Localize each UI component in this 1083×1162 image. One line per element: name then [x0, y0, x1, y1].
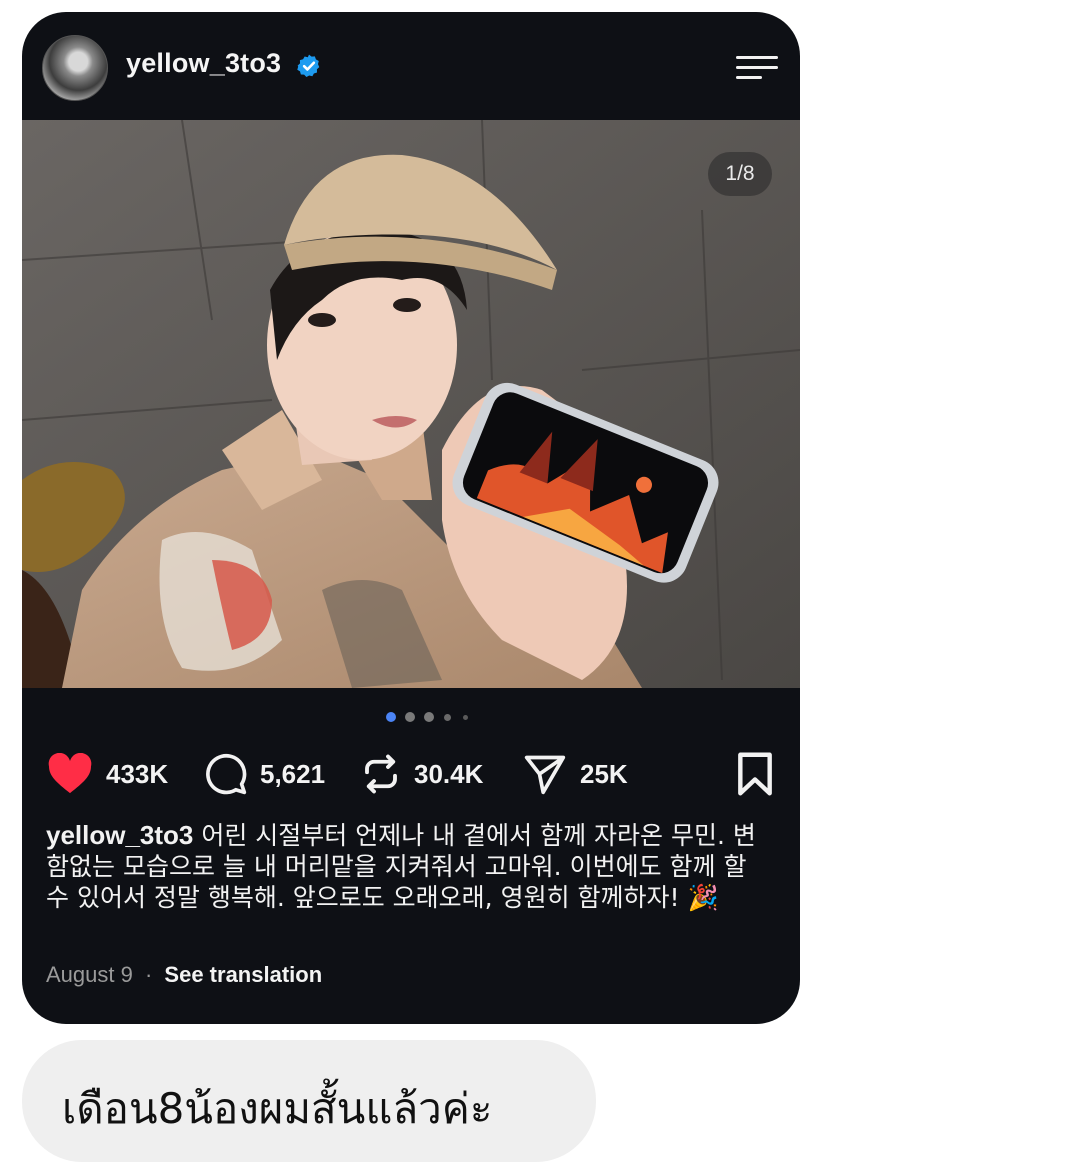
post-caption: yellow_3to3 어린 시절부터 언제나 내 곁에서 함께 자라온 무민.… — [46, 820, 776, 913]
repost-button[interactable]: 30.4K — [360, 742, 483, 806]
post-image[interactable]: 1/8 — [22, 120, 800, 688]
share-count: 25K — [580, 758, 628, 789]
carousel-dot — [424, 712, 434, 722]
repost-icon — [365, 754, 397, 794]
hamburger-menu-icon[interactable] — [736, 54, 778, 82]
share-button[interactable]: 25K — [522, 742, 628, 806]
message-bubble: เดือน8น้องผมสั้นแล้วค่ะ — [22, 1040, 596, 1162]
avatar[interactable] — [42, 35, 108, 101]
comment-count: 5,621 — [260, 758, 326, 789]
repost-count: 30.4K — [414, 758, 484, 789]
carousel-dot — [386, 712, 396, 722]
post-username[interactable]: yellow_3to3 — [126, 48, 281, 79]
slide-counter: 1/8 — [708, 152, 772, 196]
like-button[interactable]: 433K — [46, 742, 168, 806]
caption-username[interactable]: yellow_3to3 — [46, 820, 193, 850]
message-text: เดือน8น้องผมสั้นแล้วค่ะ — [62, 1084, 493, 1133]
comment-bubble-icon — [206, 753, 247, 795]
post-date: August 9 — [46, 962, 133, 987]
carousel-dot — [444, 714, 451, 721]
meta-separator: · — [144, 962, 153, 987]
post-photo-illustration — [22, 120, 800, 688]
like-count: 433K — [106, 758, 169, 789]
verified-badge-icon — [297, 54, 320, 78]
action-bar: 433K 5,621 30.4K 25K — [22, 742, 800, 806]
post-meta: August 9 · See translation — [46, 962, 322, 988]
carousel-dot — [405, 712, 415, 722]
see-translation-link[interactable]: See translation — [164, 962, 322, 987]
post-header: yellow_3to3 — [22, 12, 800, 120]
send-icon — [524, 755, 566, 795]
post-card: yellow_3to3 1/8 433K 5,621 30.4K 25K yel… — [22, 12, 800, 1024]
heart-icon — [48, 753, 92, 794]
comment-button[interactable]: 5,621 — [204, 742, 325, 806]
carousel-dot — [463, 715, 468, 720]
bookmark-icon[interactable] — [736, 752, 774, 796]
